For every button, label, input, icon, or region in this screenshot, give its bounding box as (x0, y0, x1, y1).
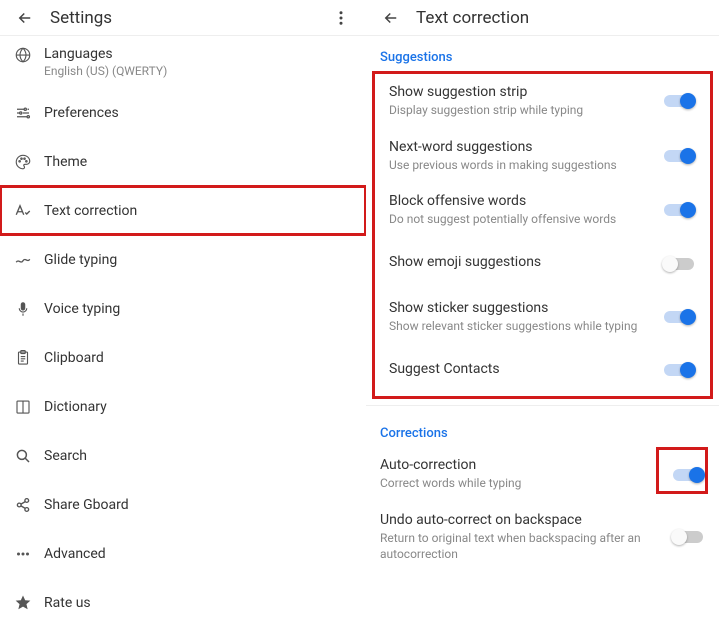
settings-header: Settings (0, 0, 366, 36)
settings-panel: Settings Languages English (US) (QWERTY)… (0, 0, 366, 634)
settings-item-clipboard[interactable]: Clipboard (0, 333, 366, 382)
highlight-wrap-autocorrect: Auto-correction Correct words while typi… (366, 447, 719, 502)
settings-item-label: Preferences (44, 105, 352, 121)
text-correction-panel: Text correction Suggestions Show suggest… (366, 0, 719, 634)
setting-show-sticker-suggestions[interactable]: Show sticker suggestions Show relevant s… (375, 290, 710, 345)
settings-item-label: Rate us (44, 595, 352, 611)
glide-icon (14, 251, 44, 269)
mic-icon (14, 300, 44, 318)
toggle-switch[interactable] (671, 527, 705, 547)
settings-item-label: Advanced (44, 546, 352, 562)
settings-item-text-correction[interactable]: Text correction (0, 186, 366, 235)
setting-title: Show suggestion strip (389, 84, 654, 100)
text-correction-list: Suggestions Show suggestion strip Displa… (366, 36, 719, 634)
setting-block-offensive-words[interactable]: Block offensive words Do not suggest pot… (375, 183, 710, 238)
setting-desc: Show relevant sticker suggestions while … (389, 319, 654, 335)
setting-title: Undo auto-correct on backspace (380, 512, 663, 528)
section-header-corrections: Corrections (366, 412, 719, 447)
settings-item-search[interactable]: Search (0, 431, 366, 480)
setting-show-suggestion-strip[interactable]: Show suggestion strip Display suggestion… (375, 74, 710, 129)
settings-item-rate-us[interactable]: Rate us (0, 578, 366, 627)
settings-item-sub: English (US) (QWERTY) (44, 64, 352, 78)
setting-title: Suggest Contacts (389, 361, 654, 377)
toggle-switch[interactable] (662, 200, 696, 220)
settings-item-label: Clipboard (44, 350, 352, 366)
setting-desc: Do not suggest potentially offensive wor… (389, 212, 654, 228)
settings-item-preferences[interactable]: Preferences (0, 88, 366, 137)
share-icon (14, 496, 44, 514)
toggle-switch[interactable] (662, 91, 696, 111)
settings-item-label: Dictionary (44, 399, 352, 415)
settings-item-voice-typing[interactable]: Voice typing (0, 284, 366, 333)
more-icon[interactable] (330, 7, 352, 29)
setting-desc: Display suggestion strip while typing (389, 103, 654, 119)
palette-icon (14, 153, 44, 171)
globe-icon (14, 46, 44, 64)
section-header-suggestions: Suggestions (366, 36, 719, 71)
setting-title: Auto-correction (380, 457, 663, 473)
star-icon (14, 594, 44, 612)
settings-item-languages[interactable]: Languages English (US) (QWERTY) (0, 36, 366, 88)
setting-next-word-suggestions[interactable]: Next-word suggestions Use previous words… (375, 129, 710, 184)
text-correction-icon (14, 202, 44, 220)
settings-item-label: Theme (44, 154, 352, 170)
text-correction-header: Text correction (366, 0, 719, 36)
settings-title: Settings (50, 8, 330, 28)
settings-item-theme[interactable]: Theme (0, 137, 366, 186)
book-icon (14, 398, 44, 416)
settings-item-label: Share Gboard (44, 497, 352, 513)
toggle-switch[interactable] (671, 465, 705, 485)
setting-desc: Use previous words in making suggestions (389, 158, 654, 174)
dots-icon (14, 545, 44, 563)
toggle-switch[interactable] (662, 360, 696, 380)
back-icon[interactable] (380, 7, 402, 29)
toggle-switch[interactable] (662, 307, 696, 327)
setting-title: Show emoji suggestions (389, 254, 654, 270)
setting-suggest-contacts[interactable]: Suggest Contacts (375, 344, 710, 396)
highlight-box-suggestions: Show suggestion strip Display suggestion… (372, 71, 713, 399)
toggle-switch[interactable] (662, 146, 696, 166)
setting-desc: Correct words while typing (380, 476, 663, 492)
clipboard-icon (14, 349, 44, 367)
search-icon (14, 447, 44, 465)
settings-item-advanced[interactable]: Advanced (0, 529, 366, 578)
settings-item-label: Voice typing (44, 301, 352, 317)
toggle-switch[interactable] (662, 254, 696, 274)
settings-list: Languages English (US) (QWERTY) Preferen… (0, 36, 366, 634)
setting-show-emoji-suggestions[interactable]: Show emoji suggestions (375, 238, 710, 290)
setting-title: Block offensive words (389, 193, 654, 209)
settings-item-label: Text correction (44, 203, 352, 219)
settings-item-label: Glide typing (44, 252, 352, 268)
divider (366, 405, 719, 406)
setting-desc: Return to original text when backspacing… (380, 531, 663, 562)
sliders-icon (14, 104, 44, 122)
text-correction-title: Text correction (416, 8, 705, 28)
setting-undo-auto-correct-on-backspace[interactable]: Undo auto-correct on backspace Return to… (366, 502, 719, 572)
settings-item-label: Languages (44, 46, 352, 62)
settings-item-label: Search (44, 448, 352, 464)
settings-item-dictionary[interactable]: Dictionary (0, 382, 366, 431)
back-icon[interactable] (14, 7, 36, 29)
setting-title: Next-word suggestions (389, 139, 654, 155)
setting-title: Show sticker suggestions (389, 300, 654, 316)
settings-item-glide-typing[interactable]: Glide typing (0, 235, 366, 284)
settings-item-share-gboard[interactable]: Share Gboard (0, 480, 366, 529)
